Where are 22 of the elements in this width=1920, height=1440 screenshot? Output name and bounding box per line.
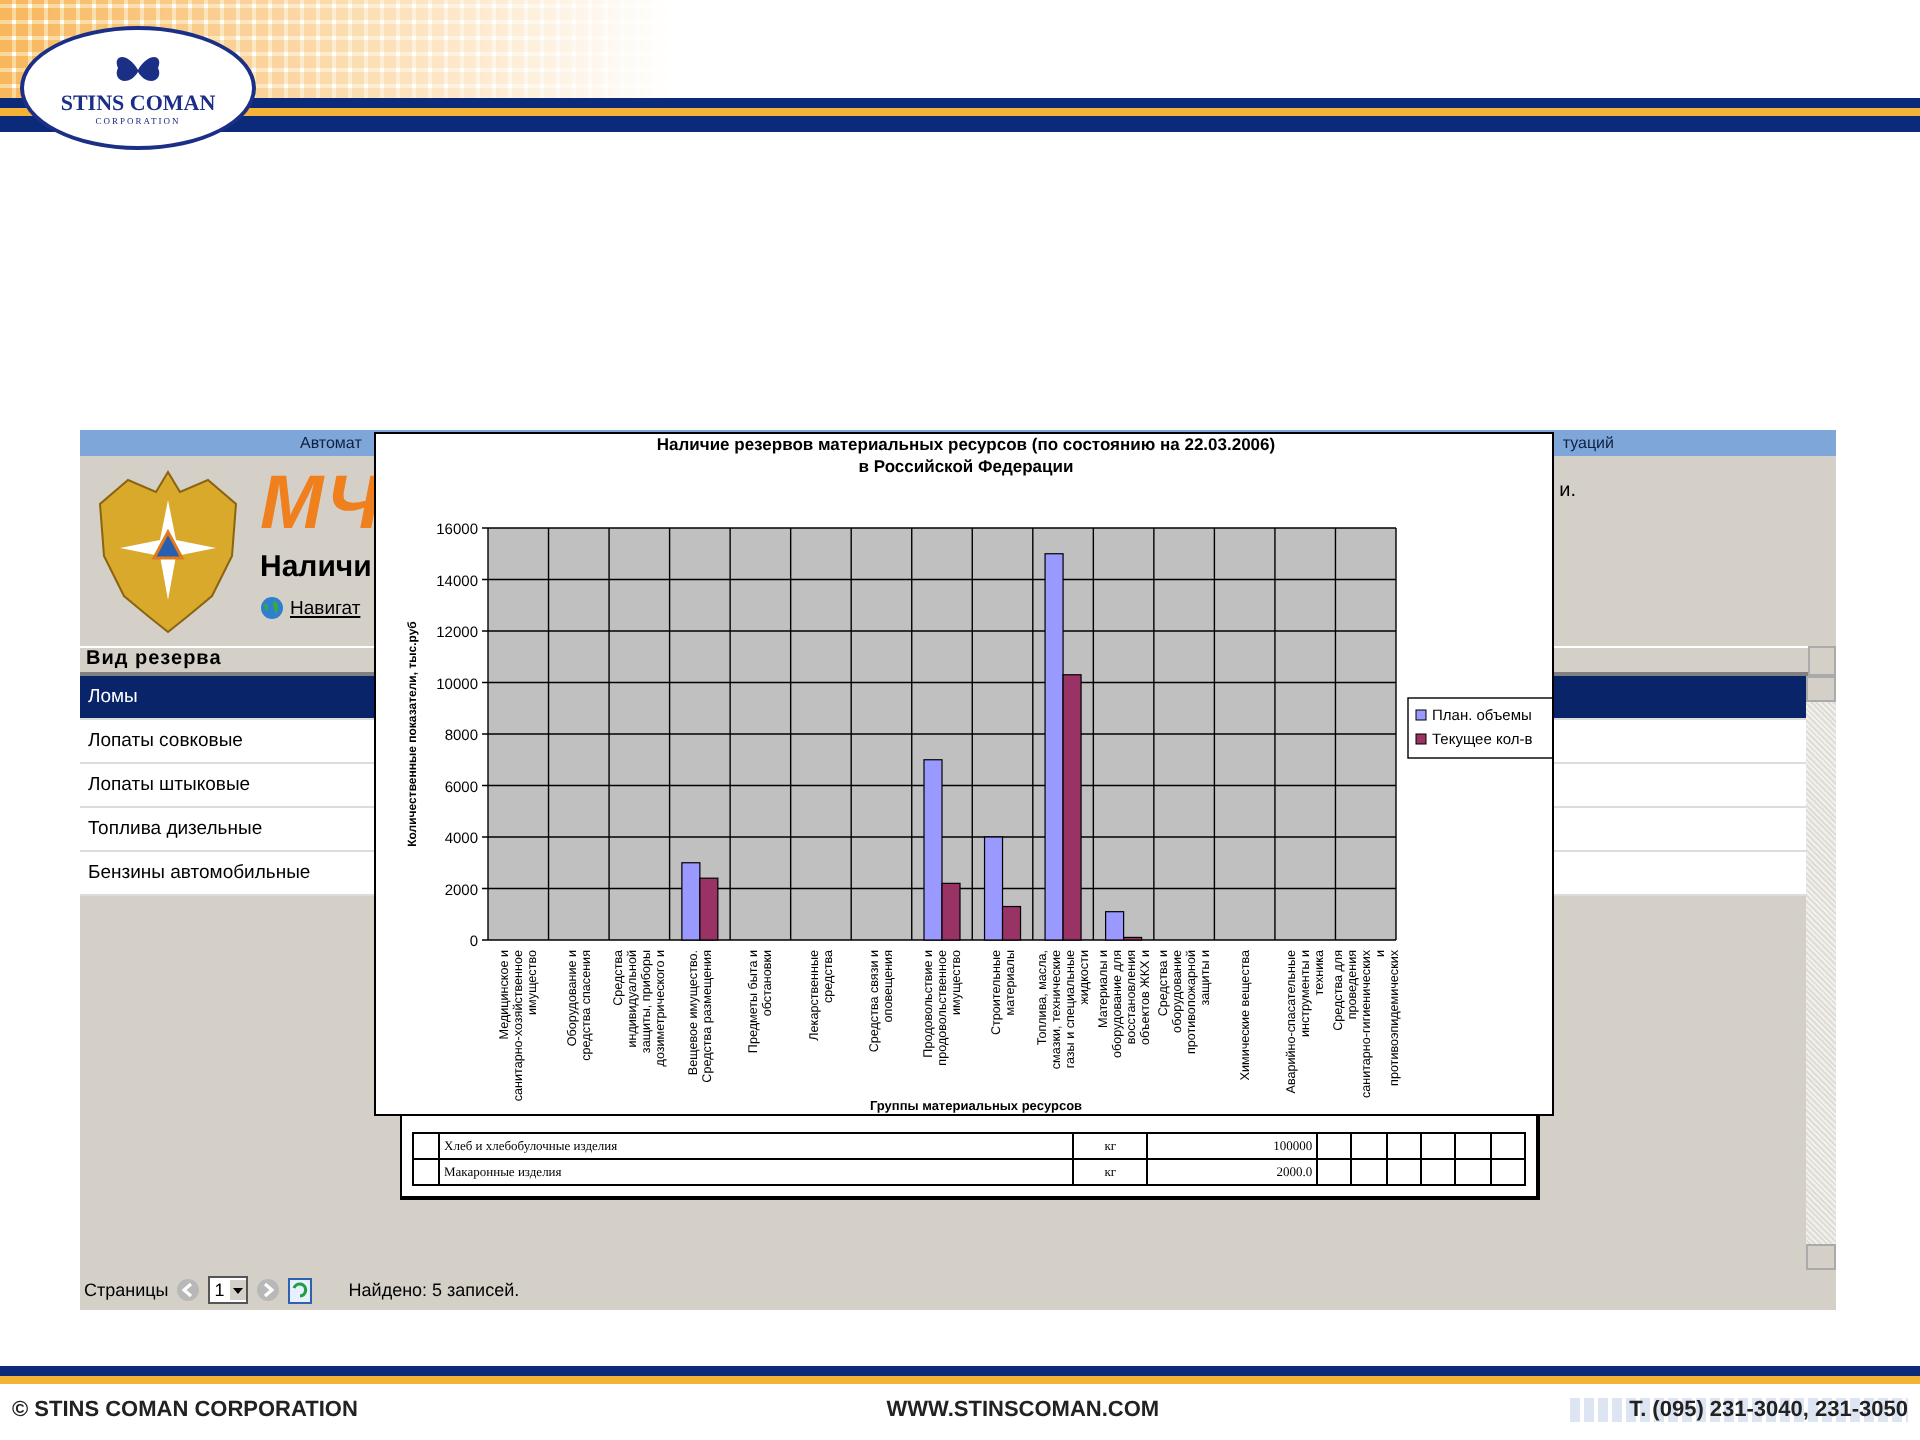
brand-logo: МЧ bbox=[260, 464, 380, 544]
chart-title: Наличие резервов материальных ресурсов (по состоянию на 22.03.2006) в Российской Федерации bbox=[656, 434, 1276, 476]
previous-icon[interactable] bbox=[176, 1278, 201, 1302]
top-bar-text: Автомат bbox=[300, 434, 362, 452]
pager-label: Страницы bbox=[84, 1280, 169, 1300]
website-text: WWW.STINSCOMAN.COM bbox=[886, 1398, 1160, 1422]
scrollbar[interactable] bbox=[1806, 676, 1836, 1270]
scroll-up-button[interactable] bbox=[1806, 676, 1836, 702]
refresh-icon[interactable] bbox=[288, 1277, 313, 1303]
logo-name: STINS COMAN bbox=[60, 91, 216, 115]
page-select[interactable]: 1 bbox=[208, 1276, 249, 1304]
butterfly-icon bbox=[112, 51, 164, 87]
header-text: и. bbox=[1559, 480, 1576, 502]
records-count: Найдено: 5 записей. bbox=[348, 1280, 520, 1300]
globe-icon bbox=[260, 596, 284, 620]
copyright-text: © STINS COMAN CORPORATION bbox=[12, 1398, 358, 1422]
phone-text: T. (095) 231-3040, 231-3050 bbox=[1569, 1398, 1908, 1422]
top-bar-text: туаций bbox=[1562, 434, 1614, 452]
scroll-down-button[interactable] bbox=[1806, 1244, 1836, 1270]
page-title: Наличи bbox=[260, 550, 374, 584]
caret-icon bbox=[230, 1280, 247, 1300]
navigator-link[interactable]: Навигат bbox=[290, 597, 361, 619]
